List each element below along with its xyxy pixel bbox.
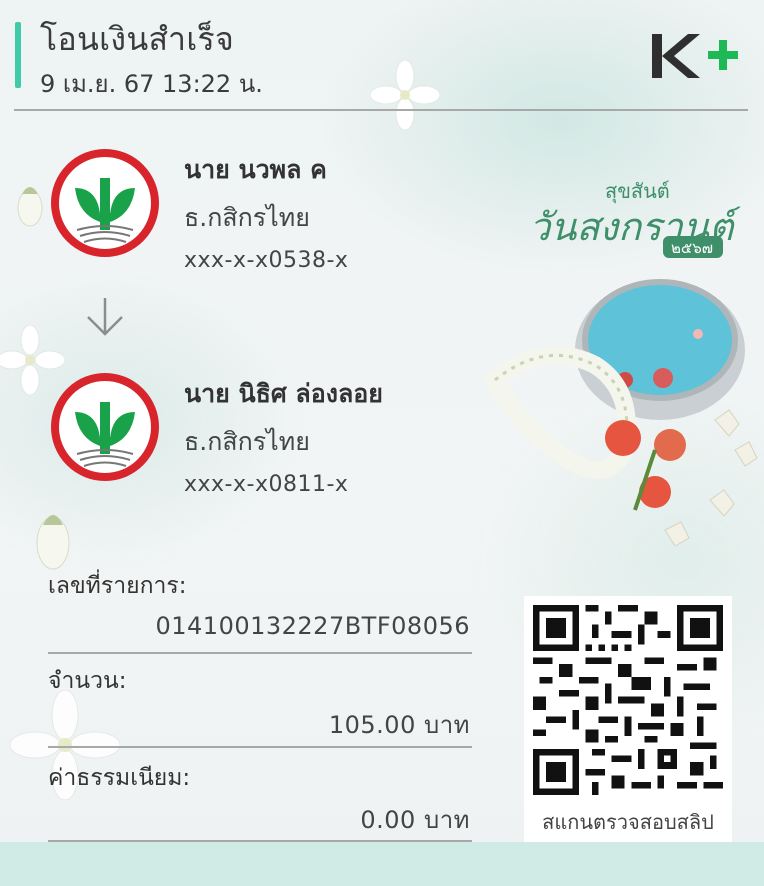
jasmine-bud-decoration <box>36 515 70 570</box>
amount-label: จำนวน: <box>48 668 127 694</box>
songkran-greeting-small: สุขสันต์ <box>605 179 670 204</box>
fee-label: ค่าธรรมเนียม: <box>48 765 191 791</box>
sender-name: นาย นวพล ค <box>184 155 327 184</box>
sender-bank: ธ.กสิกรไทย <box>184 203 310 232</box>
kasikorn-bank-logo-icon <box>51 149 159 257</box>
kasikorn-bank-logo-icon <box>51 373 159 481</box>
amount-divider <box>48 746 472 748</box>
bottom-band <box>0 842 764 886</box>
jasmine-bud-decoration <box>17 187 43 227</box>
header-divider <box>14 109 748 111</box>
arrow-down-icon <box>87 298 123 336</box>
header-accent-bar <box>15 22 21 88</box>
qr-caption: สแกนตรวจสอบสลิป <box>542 810 714 834</box>
qr-code-icon[interactable] <box>533 605 723 795</box>
k-plus-logo-icon <box>652 34 738 78</box>
ref-divider <box>48 652 472 654</box>
fee-value: 0.00 บาท <box>360 806 470 834</box>
sender-account-number: xxx-x-x0538-x <box>184 248 349 273</box>
transfer-datetime: 9 เม.ย. 67 13:22 น. <box>40 70 263 98</box>
page-title: โอนเงินสำเร็จ <box>40 20 235 58</box>
jasmine-flower-decoration <box>370 60 440 130</box>
transaction-ref-label: เลขที่รายการ: <box>48 573 187 599</box>
transaction-ref-value: 014100132227BTF08056 <box>155 612 470 640</box>
receiver-account-number: xxx-x-x0811-x <box>184 472 349 497</box>
amount-value: 105.00 บาท <box>328 711 470 739</box>
receiver-name: นาย นิธิศ ล่องลอย <box>184 379 383 408</box>
songkran-year: ๒๕๖๗ <box>671 239 713 257</box>
songkran-festival-illustration: สุขสันต์ วันสงกรานต์ ๒๕๖๗ <box>485 179 758 547</box>
receiver-bank: ธ.กสิกรไทย <box>184 427 310 456</box>
